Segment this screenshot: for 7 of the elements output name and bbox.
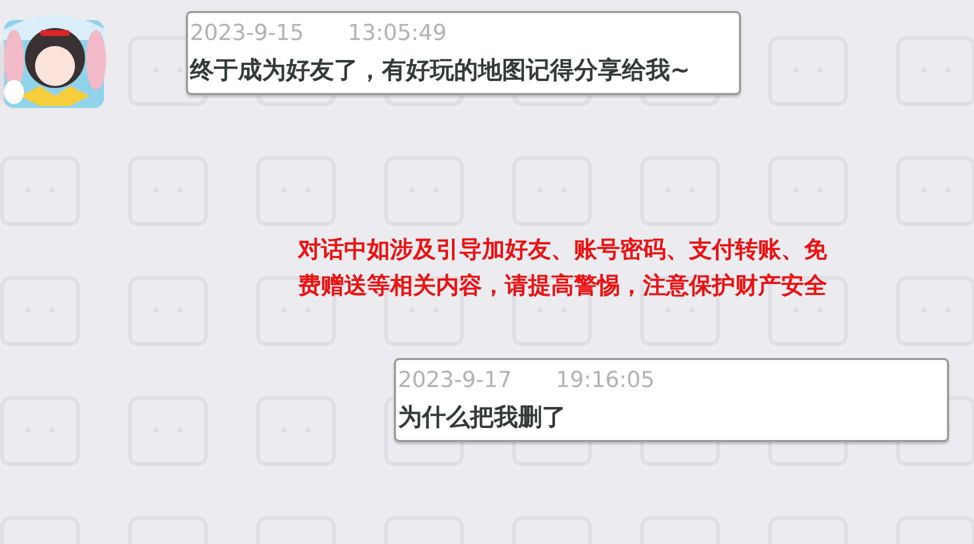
safety-warning: 对话中如涉及引导加好友、账号密码、支付转账、免费赠送等相关内容，请提高警惕，注意保护财产安全 bbox=[298, 236, 828, 301]
message-date: 2023-9-15 bbox=[190, 21, 304, 47]
message-text: 终于成为好友了，有好玩的地图记得分享给我~ bbox=[190, 55, 692, 86]
message-time: 13:05:49 bbox=[348, 21, 447, 47]
message-date: 2023-9-17 bbox=[398, 368, 512, 394]
message-time: 19:16:05 bbox=[556, 368, 655, 394]
message-text: 为什么把我删了 bbox=[398, 402, 567, 433]
